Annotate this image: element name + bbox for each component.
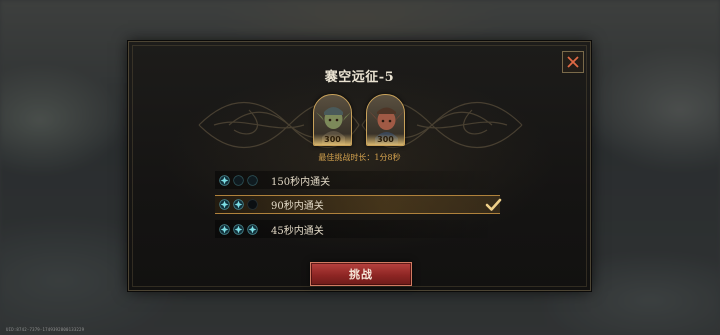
hero-power-badge: 300 xyxy=(367,134,404,145)
gem-filled-icon xyxy=(233,199,244,210)
star-gems xyxy=(219,174,269,186)
gem-filled-icon xyxy=(219,174,230,186)
hero-portrait-1[interactable]: 300 xyxy=(313,94,352,146)
challenge-button[interactable]: 挑战 xyxy=(310,262,412,286)
gem-empty-icon xyxy=(247,199,258,210)
best-time-text: 最佳挑战时长：1分8秒 xyxy=(318,153,401,162)
star-gems xyxy=(219,223,269,235)
gem-filled-icon xyxy=(219,223,230,235)
dialog-title: 褰空远征-5 xyxy=(324,70,395,85)
condition-label: 150秒内通关 xyxy=(271,176,331,188)
star-gems xyxy=(219,199,269,210)
checkmark-icon xyxy=(485,198,502,211)
close-button[interactable] xyxy=(562,51,584,73)
condition-label: 45秒内通关 xyxy=(271,225,324,237)
condition-row-1[interactable]: 150秒内通关 xyxy=(215,171,500,189)
build-code: UID:8742-7379-1749392800133229 xyxy=(6,327,85,332)
expedition-dialog: 褰空远征-5 300 300 最佳挑战时长：1分8秒 150秒内通关 90秒内通… xyxy=(128,41,591,291)
hero-power-badge: 300 xyxy=(314,134,351,145)
gem-filled-icon xyxy=(233,223,244,235)
gem-filled-icon xyxy=(219,199,230,210)
gem-empty-icon xyxy=(247,174,258,186)
gem-filled-icon xyxy=(247,223,258,235)
knot-ornament-icon xyxy=(198,101,523,149)
condition-row-2[interactable]: 90秒内通关 xyxy=(215,195,502,214)
gem-empty-icon xyxy=(233,174,244,186)
hero-portrait-2[interactable]: 300 xyxy=(366,94,405,146)
close-icon xyxy=(567,56,579,68)
condition-row-3[interactable]: 45秒内通关 xyxy=(215,220,500,238)
condition-label: 90秒内通关 xyxy=(271,201,324,212)
